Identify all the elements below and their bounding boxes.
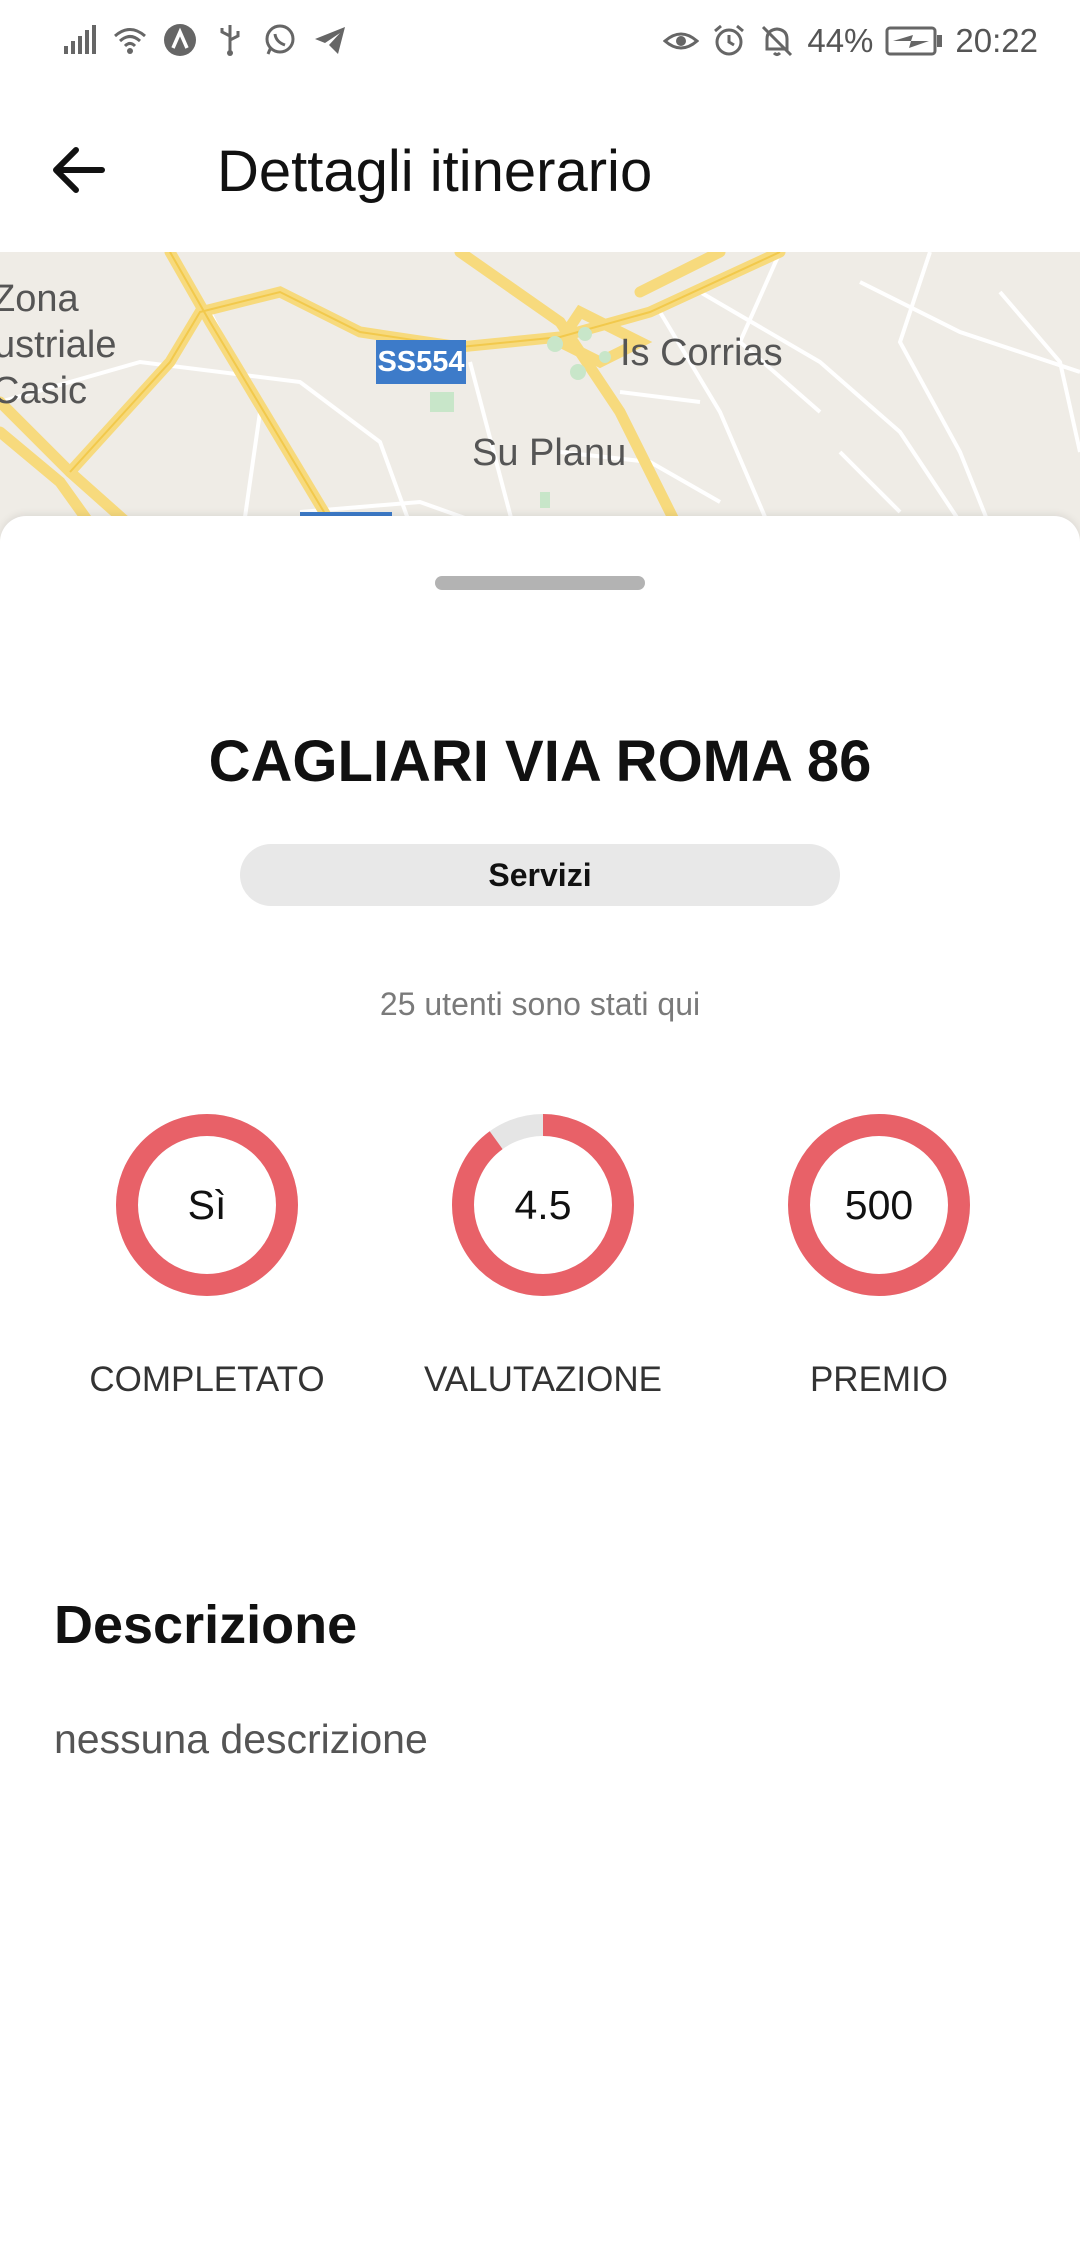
stat-label-completed: COMPLETATO [89, 1360, 325, 1399]
app-bar: Dettagli itinerario [0, 86, 1080, 252]
stat-label-rating: VALUTAZIONE [424, 1360, 662, 1399]
status-bar: 44% 20:22 [0, 0, 1080, 86]
battery-percent: 44% [807, 22, 874, 59]
wifi-icon [114, 28, 146, 54]
stat-value-reward: 500 [844, 1182, 914, 1228]
status-icons-right: 44% 20:22 [663, 22, 1038, 60]
alarm-icon [714, 24, 745, 56]
back-arrow-icon[interactable] [44, 140, 114, 200]
page-title: Dettagli itinerario [217, 139, 653, 204]
description-heading: Descrizione [54, 1595, 358, 1655]
signal-icon [64, 25, 96, 54]
stat-rating: 4.5 VALUTAZIONE [393, 1112, 693, 1432]
map-label-casic: Casic [0, 370, 88, 412]
stat-completed: Sì COMPLETATO [57, 1112, 357, 1432]
notifications-off-icon [762, 25, 793, 57]
whatsapp-icon [265, 24, 295, 55]
app-a-icon [164, 24, 196, 56]
details-sheet: CAGLIARI VIA ROMA 86 Servizi 25 utenti s… [0, 516, 1080, 2244]
road-shield: SS554 [376, 340, 466, 384]
status-icons-left [62, 22, 348, 58]
map-label-su-planu: Su Planu [472, 432, 627, 474]
map-label-is-corrias: Is Corrias [620, 332, 783, 374]
map-roads [0, 252, 1080, 552]
clock-time: 20:22 [955, 22, 1038, 59]
map-view[interactable]: Zona ustriale Casic SS554 Is Corrias Su … [0, 252, 1080, 552]
map-label-zona: Zona [0, 278, 79, 320]
telegram-icon [315, 27, 345, 54]
category-chip[interactable]: Servizi [240, 844, 840, 906]
drag-handle[interactable] [435, 576, 645, 590]
eye-comfort-icon [663, 32, 700, 50]
visitors-count: 25 utenti sono stati qui [379, 986, 701, 1022]
battery-charging-icon [885, 26, 943, 56]
usb-icon [220, 25, 240, 56]
stat-label-reward: PREMIO [809, 1360, 949, 1399]
stat-value-rating: 4.5 [514, 1182, 572, 1228]
map-label-industriale: ustriale [0, 324, 117, 366]
description-text: nessuna descrizione [54, 1716, 428, 1762]
stat-value-completed: Sì [187, 1182, 227, 1228]
itinerary-name: CAGLIARI VIA ROMA 86 [208, 729, 872, 794]
stat-reward: 500 PREMIO [729, 1112, 1029, 1432]
